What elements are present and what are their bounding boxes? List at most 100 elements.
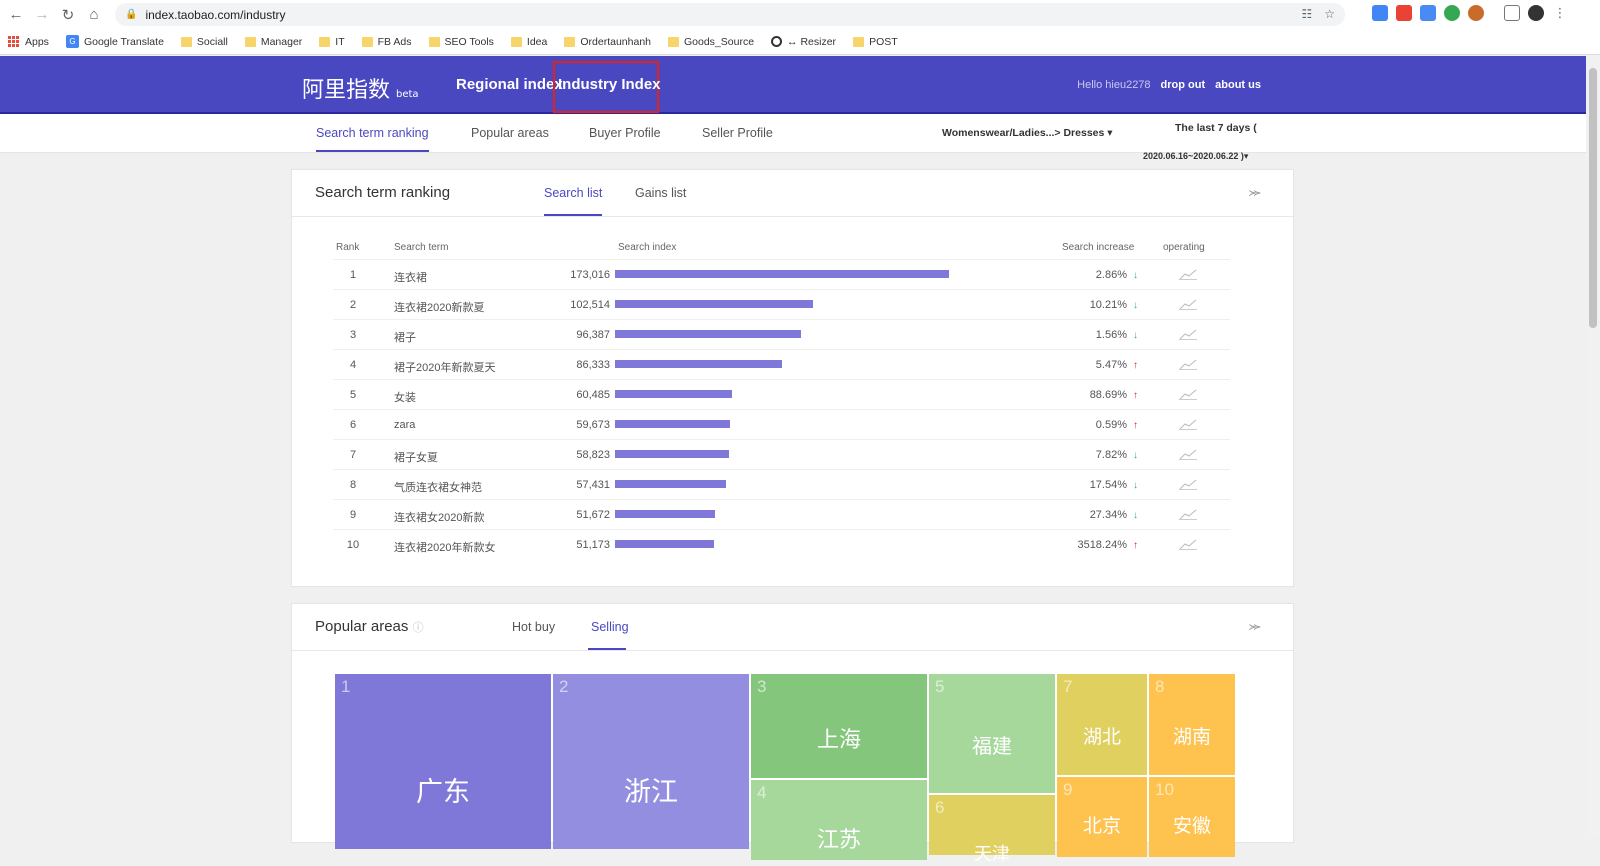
extension-icon[interactable] xyxy=(1444,5,1460,21)
help-icon[interactable]: ⓘ xyxy=(413,622,424,634)
forward-icon[interactable]: → xyxy=(32,5,52,25)
region-tile[interactable]: 10 安徽 xyxy=(1149,777,1235,857)
search-term-cell[interactable]: zara xyxy=(394,419,415,431)
bookmark-star-icon[interactable]: ☆ xyxy=(1324,7,1335,21)
extension-icon[interactable] xyxy=(1396,5,1412,21)
reading-list-icon[interactable] xyxy=(1504,5,1520,21)
region-tile[interactable]: 4 江苏 xyxy=(751,780,927,860)
tab-seller-profile[interactable]: Seller Profile xyxy=(702,126,773,140)
trend-chart-icon[interactable] xyxy=(1179,538,1197,550)
region-name: 安徽 xyxy=(1172,815,1211,837)
trend-chart-icon[interactable] xyxy=(1179,508,1197,520)
drop-out-link[interactable]: drop out xyxy=(1161,79,1206,91)
rank-cell: 5 xyxy=(349,389,357,401)
search-term-cell[interactable]: 气质连衣裙女神范 xyxy=(394,479,482,495)
trend-chart-icon[interactable] xyxy=(1179,448,1197,460)
tab-buyer-profile[interactable]: Buyer Profile xyxy=(589,126,661,140)
trend-chart-icon[interactable] xyxy=(1179,268,1197,280)
search-term-cell[interactable]: 连衣裙2020年新款女 xyxy=(394,539,495,555)
tab-hot-buy[interactable]: Hot buy xyxy=(512,620,555,634)
extension-icon[interactable] xyxy=(1372,5,1388,21)
region-rank: 8 xyxy=(1155,677,1165,696)
tab-search-list[interactable]: Search list xyxy=(544,186,602,200)
site-logo[interactable]: 阿里指数 beta xyxy=(302,72,419,104)
region-tile[interactable]: 1 广东 xyxy=(335,674,551,849)
tab-search-term-ranking[interactable]: Search term ranking xyxy=(316,126,429,140)
bookmark-folder[interactable]: FB Ads xyxy=(361,36,412,48)
bookmark-folder[interactable]: Sociall xyxy=(180,36,228,48)
search-index-bar xyxy=(615,450,729,458)
search-index-bar xyxy=(615,420,730,428)
about-us-link[interactable]: about us xyxy=(1215,79,1261,91)
translate-icon[interactable]: ☷ xyxy=(1301,7,1312,21)
share-icon[interactable]: ⪼ xyxy=(1249,184,1261,200)
trend-chart-icon[interactable] xyxy=(1179,328,1197,340)
tab-selling[interactable]: Selling xyxy=(591,620,629,634)
extension-icon[interactable] xyxy=(1468,5,1484,21)
nav-industry-index[interactable]: Industry Index xyxy=(558,76,661,93)
rank-cell: 9 xyxy=(349,509,357,521)
share-icon[interactable]: ⪼ xyxy=(1249,618,1261,634)
search-increase-cell: 2.86% ↓ xyxy=(1095,269,1138,281)
profile-avatar[interactable] xyxy=(1528,5,1544,21)
arrow-down-icon: ↓ xyxy=(1133,450,1138,461)
region-tile[interactable]: 8 湖南 xyxy=(1149,674,1235,775)
region-tile[interactable]: 5 福建 xyxy=(929,674,1055,793)
search-term-cell[interactable]: 连衣裙 xyxy=(394,269,427,285)
folder-icon xyxy=(428,36,440,47)
divider xyxy=(292,650,1293,651)
bookmark-google-translate[interactable]: G Google Translate xyxy=(65,35,164,48)
region-name: 天津 xyxy=(974,844,1010,865)
arrow-up-icon: ↑ xyxy=(1133,390,1138,401)
bookmark-folder[interactable]: IT xyxy=(319,36,345,48)
search-term-cell[interactable]: 裙子 xyxy=(394,329,416,345)
folder-icon xyxy=(668,36,679,47)
region-tile[interactable]: 3 上海 xyxy=(751,674,927,778)
nav-regional-index[interactable]: Regional index xyxy=(456,76,563,93)
reload-icon[interactable]: ↻ xyxy=(58,5,78,25)
date-dropdown[interactable]: The last 7 days ( xyxy=(1175,122,1257,134)
bookmark-folder[interactable]: SEO Tools xyxy=(428,36,494,48)
bookmark-folder[interactable]: Manager xyxy=(244,36,302,48)
rank-cell: 8 xyxy=(349,479,357,491)
search-term-cell[interactable]: 裙子2020年新款夏天 xyxy=(394,359,495,375)
page-scrollbar[interactable] xyxy=(1586,56,1600,837)
table-row: 8 气质连衣裙女神范 57,431 17.54% ↓ xyxy=(333,469,1230,499)
category-dropdown[interactable]: Womenswear/Ladies...> Dresses ▾ xyxy=(942,127,1113,139)
trend-chart-icon[interactable] xyxy=(1179,478,1197,490)
arrow-up-icon: ↑ xyxy=(1133,360,1138,371)
menu-kebab-icon[interactable]: ⋮ xyxy=(1552,5,1568,21)
search-term-cell[interactable]: 连衣裙女2020新款 xyxy=(394,509,484,525)
sub-navigation: Search term ranking Popular areas Buyer … xyxy=(0,114,1586,153)
extension-icon[interactable] xyxy=(1420,5,1436,21)
search-term-cell[interactable]: 裙子女夏 xyxy=(394,449,438,465)
bookmark-folder[interactable]: POST xyxy=(853,36,898,48)
home-icon[interactable]: ⌂ xyxy=(84,5,104,25)
search-term-cell[interactable]: 女装 xyxy=(394,389,416,405)
bookmark-folder[interactable]: Ordertaunhanh xyxy=(564,36,651,48)
trend-chart-icon[interactable] xyxy=(1179,388,1197,400)
trend-chart-icon[interactable] xyxy=(1179,298,1197,310)
bookmark-folder[interactable]: Idea xyxy=(510,36,547,48)
rank-cell: 7 xyxy=(349,449,357,461)
scroll-thumb[interactable] xyxy=(1589,68,1597,328)
lock-icon: 🔒 xyxy=(125,9,138,20)
address-bar[interactable]: 🔒 index.taobao.com/industry ☷ ☆ xyxy=(115,3,1345,26)
bookmark-folder[interactable]: Goods_Source xyxy=(668,36,754,48)
search-term-cell[interactable]: 连衣裙2020新款夏 xyxy=(394,299,484,315)
region-tile[interactable]: 6 天津 xyxy=(929,795,1055,865)
trend-chart-icon[interactable] xyxy=(1179,418,1197,430)
back-icon[interactable]: ← xyxy=(6,5,26,25)
region-tile[interactable]: 2 浙江 xyxy=(553,674,749,849)
trend-chart-icon[interactable] xyxy=(1179,358,1197,370)
region-tile[interactable]: 9 北京 xyxy=(1057,777,1147,857)
table-body: 1 连衣裙 173,016 2.86% ↓ 2 连衣裙2020新款夏 102,514 10.21… xyxy=(333,259,1230,559)
tab-gains-list[interactable]: Gains list xyxy=(635,186,686,200)
bookmark-apps[interactable]: Apps xyxy=(8,36,49,48)
search-index-bar xyxy=(615,330,801,338)
tab-popular-areas[interactable]: Popular areas xyxy=(471,126,549,140)
region-tile[interactable]: 7 湖北 xyxy=(1057,674,1147,775)
bookmark-resizer[interactable]: ↔ Resizer xyxy=(771,36,836,48)
date-range[interactable]: 2020.06.16~2020.06.22 )▾ xyxy=(1143,151,1248,162)
table-header: Rank Search term Search index Search inc… xyxy=(333,239,1230,259)
